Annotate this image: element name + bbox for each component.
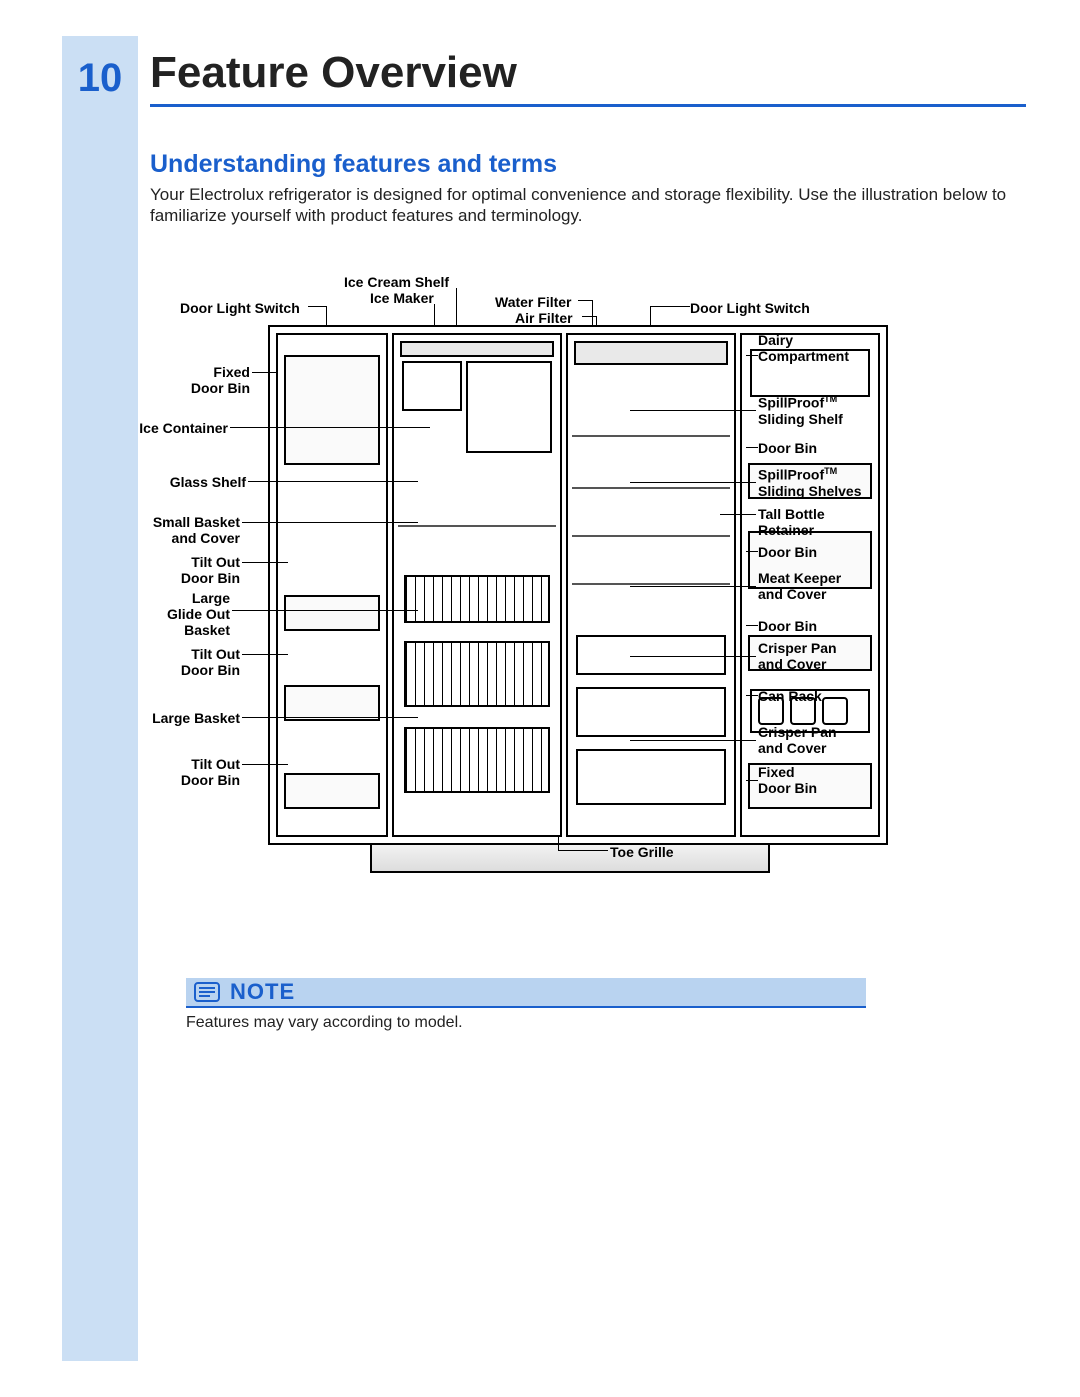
label-can-rack: Can Rack <box>758 688 822 704</box>
lead <box>242 764 288 765</box>
lead <box>558 850 608 851</box>
lead <box>630 482 756 483</box>
lead <box>242 522 418 523</box>
lead <box>746 625 758 626</box>
lead <box>308 306 326 307</box>
label-spillproof-sliding-shelf: SpillProofTMSliding Shelf <box>758 394 843 427</box>
label-door-light-switch-left: Door Light Switch <box>180 300 300 316</box>
lead <box>232 610 418 611</box>
note-block: NOTE Features may vary according to mode… <box>186 978 866 1032</box>
label-air-filter: Air Filter <box>515 310 573 326</box>
fridge-diagram: Ice Cream Shelf Ice Maker Door Light Swi… <box>150 270 1026 920</box>
lead <box>252 372 278 373</box>
lead <box>242 717 418 718</box>
label-ice-container: Ice Container <box>118 420 228 436</box>
can <box>822 697 848 725</box>
crisper-pan <box>576 687 726 737</box>
lead <box>746 780 758 781</box>
ice-container <box>466 361 552 453</box>
label-fixed-door-bin-right: FixedDoor Bin <box>758 764 817 796</box>
sliding-shelf <box>572 487 730 489</box>
note-header: NOTE <box>186 978 866 1008</box>
label-spillproof-sliding-shelves: SpillProofTMSliding Shelves <box>758 466 861 499</box>
sliding-shelf <box>572 535 730 537</box>
lead <box>230 427 430 428</box>
lead <box>746 695 758 696</box>
page-number: 10 <box>62 56 138 101</box>
lead <box>630 586 756 587</box>
label-glass-shelf: Glass Shelf <box>136 474 246 490</box>
label-crisper-pan-and-cover-1: Crisper Panand Cover <box>758 640 837 672</box>
label-crisper-pan-and-cover-2: Crisper Panand Cover <box>758 724 837 756</box>
label-meat-keeper-and-cover: Meat Keeperand Cover <box>758 570 841 602</box>
note-heading: NOTE <box>230 979 295 1005</box>
sidebar-strip <box>62 36 138 1361</box>
lead <box>630 656 756 657</box>
label-door-bin-2: Door Bin <box>758 544 817 560</box>
tilt-out-bin <box>284 773 380 809</box>
intro-paragraph: Your Electrolux refrigerator is designed… <box>150 184 1026 227</box>
lead <box>720 514 756 515</box>
ice-cream-shelf <box>400 341 554 357</box>
tilt-out-bin <box>284 595 380 631</box>
lead <box>578 300 592 301</box>
freezer-door <box>276 333 388 837</box>
lead <box>582 316 596 317</box>
section-heading: Understanding features and terms <box>150 150 557 179</box>
sliding-shelf <box>572 583 730 585</box>
note-text: Features may vary according to model. <box>186 1008 866 1032</box>
glass-shelf-line <box>398 525 556 527</box>
large-basket <box>404 727 550 793</box>
filter-housing <box>574 341 728 365</box>
lead <box>746 551 758 552</box>
label-dairy-compartment: DairyCompartment <box>758 332 849 364</box>
lead <box>558 836 559 850</box>
label-large-glide-out-basket: LargeGlide OutBasket <box>140 590 230 638</box>
sliding-shelf <box>572 435 730 437</box>
label-tilt-out-door-bin-3: Tilt OutDoor Bin <box>150 756 240 788</box>
label-ice-cream-shelf: Ice Cream Shelf <box>344 274 449 290</box>
meat-keeper <box>576 635 726 675</box>
label-water-filter: Water Filter <box>495 294 572 310</box>
label-tilt-out-door-bin-1: Tilt OutDoor Bin <box>150 554 240 586</box>
freezer-interior <box>392 333 562 837</box>
label-tall-bottle-retainer: Tall BottleRetainer <box>758 506 825 538</box>
fridge-interior <box>566 333 736 837</box>
lead <box>242 562 288 563</box>
lead <box>630 740 756 741</box>
label-small-basket-and-cover: Small Basketand Cover <box>120 514 240 546</box>
label-toe-grille: Toe Grille <box>610 844 674 860</box>
label-fixed-door-bin-left: FixedDoor Bin <box>140 364 250 396</box>
lead <box>248 481 418 482</box>
ice-maker-box <box>402 361 462 411</box>
label-ice-maker: Ice Maker <box>370 290 434 306</box>
label-door-light-switch-right: Door Light Switch <box>690 300 810 316</box>
label-tilt-out-door-bin-2: Tilt OutDoor Bin <box>150 646 240 678</box>
label-large-basket: Large Basket <box>120 710 240 726</box>
lead <box>630 410 756 411</box>
page-title: Feature Overview <box>150 48 517 98</box>
title-rule <box>150 104 1026 107</box>
label-door-bin-1: Door Bin <box>758 440 817 456</box>
lead <box>242 654 288 655</box>
lead <box>650 306 690 307</box>
note-icon <box>194 982 220 1002</box>
large-glide-out-basket <box>404 641 550 707</box>
crisper-pan <box>576 749 726 805</box>
ice-dispenser-panel <box>284 355 380 465</box>
tilt-out-bin <box>284 685 380 721</box>
lead <box>746 355 758 356</box>
lead <box>746 447 758 448</box>
label-door-bin-3: Door Bin <box>758 618 817 634</box>
small-basket <box>404 575 550 623</box>
